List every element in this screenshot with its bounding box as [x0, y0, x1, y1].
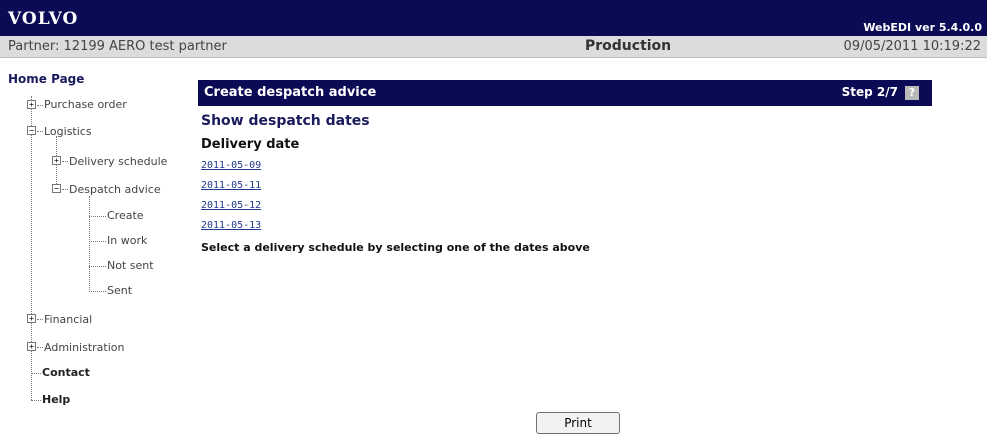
tree-line	[89, 196, 90, 290]
expand-icon[interactable]: +	[27, 314, 36, 323]
sidebar-item-contact[interactable]: Contact	[42, 366, 90, 379]
sidebar-item-financial[interactable]: Financial	[44, 313, 92, 326]
sidebar-item-delivery-schedule[interactable]: Delivery schedule	[69, 155, 167, 168]
collapse-icon[interactable]: −	[52, 184, 61, 193]
tree-line	[31, 373, 41, 374]
home-page-link[interactable]: Home Page	[8, 72, 84, 86]
sidebar-item-create[interactable]: Create	[107, 209, 144, 222]
sidebar-item-purchase-order[interactable]: Purchase order	[44, 98, 127, 111]
tree-line	[62, 189, 68, 190]
sidebar-item-help[interactable]: Help	[42, 393, 70, 406]
datetime-label: 09/05/2011 10:19:22	[843, 39, 981, 54]
sidebar-item-sent[interactable]: Sent	[107, 284, 132, 297]
collapse-icon[interactable]: −	[27, 126, 36, 135]
tree-line	[89, 216, 106, 217]
tree-line	[62, 161, 68, 162]
version-label: WebEDI ver 5.4.0.0	[863, 21, 982, 34]
sidebar-item-in-work[interactable]: In work	[107, 234, 147, 247]
step-indicator: Step 2/7	[841, 85, 898, 99]
tree-line	[37, 319, 43, 320]
tree-line	[37, 105, 43, 106]
expand-icon[interactable]: +	[52, 156, 61, 165]
tree-line	[31, 400, 41, 401]
page-title: Create despatch advice	[204, 85, 377, 100]
sidebar-item-despatch-advice[interactable]: Despatch advice	[69, 183, 161, 196]
sidebar-item-administration[interactable]: Administration	[44, 341, 125, 354]
tree-line	[89, 241, 106, 242]
tree-line	[89, 291, 106, 292]
expand-icon[interactable]: +	[27, 342, 36, 351]
partner-label: Partner: 12199 AERO test partner	[8, 39, 227, 54]
info-bar: Partner: 12199 AERO test partner Product…	[0, 36, 987, 58]
delivery-date-link[interactable]: 2011-05-11	[201, 180, 261, 191]
tree-line	[37, 131, 43, 132]
tree-line	[31, 96, 32, 400]
sidebar-item-logistics[interactable]: Logistics	[44, 125, 92, 138]
volvo-logo: VOLVO	[8, 9, 79, 29]
delivery-date-link[interactable]: 2011-05-13	[201, 220, 261, 231]
sidebar-item-not-sent[interactable]: Not sent	[107, 259, 154, 272]
delivery-date-link[interactable]: 2011-05-09	[201, 160, 261, 171]
expand-icon[interactable]: +	[27, 100, 36, 109]
panel-header: Create despatch advice Step 2/7 ?	[198, 80, 932, 106]
environment-label: Production	[585, 38, 672, 54]
tree-line	[37, 347, 43, 348]
delivery-date-header: Delivery date	[201, 137, 300, 152]
delivery-date-link[interactable]: 2011-05-12	[201, 200, 261, 211]
top-header: VOLVO WebEDI ver 5.4.0.0	[0, 0, 987, 36]
tree-line	[89, 266, 106, 267]
instruction-text: Select a delivery schedule by selecting …	[201, 241, 590, 254]
print-button[interactable]: Print	[536, 412, 620, 434]
help-icon[interactable]: ?	[905, 86, 919, 100]
section-title: Show despatch dates	[201, 113, 370, 129]
sidebar-nav: Home Page + Purchase order − Logistics +…	[0, 62, 190, 422]
